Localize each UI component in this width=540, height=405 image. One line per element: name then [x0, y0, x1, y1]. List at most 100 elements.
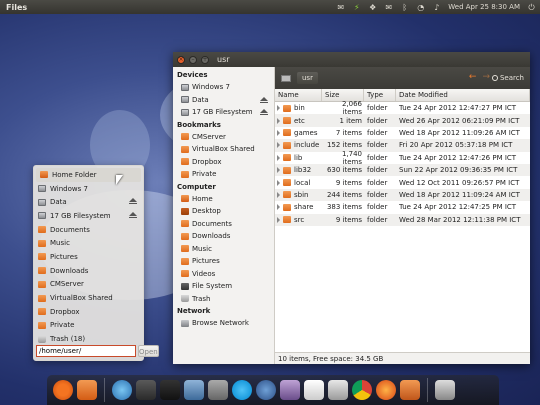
sidebar-item-browse-network[interactable]: Browse Network — [173, 317, 274, 330]
dropbox-icon[interactable]: ❖ — [368, 3, 377, 12]
places-item-dropbox[interactable]: Dropbox — [34, 305, 143, 319]
trash-icon[interactable] — [435, 380, 455, 400]
expand-triangle-icon[interactable] — [277, 117, 280, 124]
volume-icon[interactable]: ♪ — [432, 3, 441, 12]
sidebar-item-file-system[interactable]: File System — [173, 280, 274, 293]
drive-icon[interactable] — [281, 74, 291, 82]
table-row[interactable]: sbin 244 items folder Wed 18 Apr 2012 11:09… — [275, 188, 530, 202]
expand-triangle-icon[interactable] — [277, 105, 280, 112]
sidebar-item-trash[interactable]: Trash — [173, 293, 274, 306]
expand-triangle-icon[interactable] — [277, 179, 280, 186]
clock[interactable]: Wed Apr 25 8:30 AM — [448, 3, 520, 11]
eject-icon[interactable] — [260, 109, 268, 115]
breadcrumb-usr[interactable]: usr — [297, 72, 318, 84]
firefox-icon[interactable] — [376, 380, 396, 400]
table-row[interactable]: share 383 items folder Tue 24 Apr 2012 12:4… — [275, 201, 530, 214]
sidebar-item-home[interactable]: Home — [173, 193, 274, 206]
column-header-size[interactable]: Size — [322, 89, 364, 101]
places-item-documents[interactable]: Documents — [34, 223, 143, 237]
table-row[interactable]: src 9 items folder Wed 28 Mar 2012 12:11:38… — [275, 213, 530, 226]
camera-icon[interactable] — [136, 380, 156, 400]
bluetooth-icon[interactable]: ᛒ — [400, 3, 409, 12]
document-icon[interactable] — [304, 380, 324, 400]
table-row[interactable]: include 152 items folder Fri 20 Apr 2012 05… — [275, 139, 530, 152]
envelope-icon[interactable]: ✉ — [336, 3, 345, 12]
places-item-windows-7[interactable]: Windows 7 — [34, 182, 143, 196]
browser-globe-icon[interactable] — [112, 380, 132, 400]
expand-triangle-icon[interactable] — [277, 167, 280, 174]
sidebar-item-music[interactable]: Music — [173, 243, 274, 256]
column-header-name[interactable]: Name — [275, 89, 322, 101]
sidebar-item-documents[interactable]: Documents — [173, 218, 274, 231]
places-item-virtualbox-shared[interactable]: VirtualBox Shared — [34, 291, 143, 305]
files-icon[interactable] — [77, 380, 97, 400]
text-editor-icon[interactable] — [328, 380, 348, 400]
power-icon[interactable]: ⏻ — [527, 3, 536, 12]
places-item-private[interactable]: Private — [34, 319, 143, 333]
cell-name: games — [275, 129, 322, 137]
terminal-icon[interactable] — [160, 380, 180, 400]
forward-arrow-icon[interactable]: → — [482, 73, 490, 82]
sidebar-item-private[interactable]: Private — [173, 168, 274, 181]
tools-icon[interactable] — [208, 380, 228, 400]
places-item-home-folder[interactable]: Home Folder — [36, 168, 141, 182]
cell-date: Wed 28 Mar 2012 12:11:38 PM ICT — [399, 215, 521, 224]
sidebar-item-dropbox[interactable]: Dropbox — [173, 156, 274, 169]
eject-icon[interactable] — [260, 96, 268, 103]
places-item-data[interactable]: Data — [34, 195, 143, 209]
close-button[interactable]: × — [177, 55, 185, 64]
table-row[interactable]: local 9 items folder Wed 12 Oct 2011 09:26:… — [275, 176, 530, 189]
sidebar-item-virtualbox-shared[interactable]: VirtualBox Shared — [173, 143, 274, 156]
maximize-button[interactable]: + — [201, 55, 209, 64]
table-row[interactable]: etc 1 item folder Wed 26 Apr 2012 06:21:09 … — [275, 114, 530, 127]
table-row[interactable]: games 7 items folder Wed 18 Apr 2012 11:09:… — [275, 126, 530, 140]
skype-icon[interactable] — [232, 380, 252, 400]
places-item-17-gb-filesystem[interactable]: 17 GB Filesystem — [34, 209, 143, 223]
folder-icon — [38, 253, 46, 261]
chrome-icon[interactable] — [352, 380, 372, 400]
vmware-icon[interactable] — [184, 380, 204, 400]
table-row[interactable]: lib 1,740 items folder Tue 24 Apr 2012 12:4… — [275, 150, 530, 166]
places-item-pictures[interactable]: Pictures — [34, 250, 143, 264]
expand-triangle-icon[interactable] — [277, 216, 280, 223]
eject-icon[interactable] — [129, 212, 137, 219]
sidebar-item-videos[interactable]: Videos — [173, 268, 274, 281]
sidebar-item-downloads[interactable]: Downloads — [173, 230, 274, 243]
column-header-type[interactable]: Type — [364, 89, 396, 101]
places-item-music[interactable]: Music — [34, 236, 143, 250]
thunderbird-icon[interactable] — [256, 380, 276, 400]
bolt-icon[interactable]: ⚡ — [352, 3, 361, 12]
table-row[interactable]: bin 2,066 items folder Tue 24 Apr 2012 12:4… — [275, 100, 530, 116]
open-button[interactable]: Open — [138, 345, 159, 357]
path-input[interactable] — [36, 345, 136, 357]
cell-size: 383 items — [326, 203, 362, 212]
places-item-trash-18[interactable]: Trash (18) — [34, 332, 143, 346]
search-button[interactable]: Search — [491, 74, 524, 82]
expand-triangle-icon[interactable] — [277, 191, 280, 198]
pidgin-icon[interactable] — [280, 380, 300, 400]
wifi-icon[interactable]: ◔ — [416, 3, 425, 12]
expand-triangle-icon[interactable] — [277, 154, 280, 161]
file-name: lib — [294, 153, 303, 162]
ubuntu-icon[interactable] — [53, 380, 73, 400]
back-arrow-icon[interactable]: ← — [469, 73, 477, 82]
expand-triangle-icon[interactable] — [277, 142, 280, 149]
sidebar-item-pictures[interactable]: Pictures — [173, 255, 274, 268]
window-titlebar[interactable]: × – + usr — [173, 52, 530, 67]
places-item-downloads[interactable]: Downloads — [34, 264, 143, 278]
folder-share-icon[interactable] — [400, 380, 420, 400]
column-header-date[interactable]: Date Modified — [396, 89, 530, 101]
table-row[interactable]: lib32 630 items folder Sun 22 Apr 2012 09:3… — [275, 163, 530, 177]
sidebar-item-data[interactable]: Data — [173, 94, 274, 107]
sidebar-item-cmserver[interactable]: CMServer — [173, 131, 274, 144]
minimize-button[interactable]: – — [189, 55, 197, 64]
mail-icon[interactable]: ✉ — [384, 3, 393, 12]
sidebar-item-desktop[interactable]: Desktop — [173, 205, 274, 218]
sidebar-item-17-gb-filesystem[interactable]: 17 GB Filesystem — [173, 106, 274, 119]
sidebar-item-windows-7[interactable]: Windows 7 — [173, 81, 274, 94]
expand-triangle-icon[interactable] — [277, 204, 280, 211]
places-item-label: Pictures — [50, 252, 78, 261]
places-item-cmserver[interactable]: CMServer — [34, 278, 143, 292]
eject-icon[interactable] — [129, 198, 137, 205]
expand-triangle-icon[interactable] — [277, 129, 280, 136]
